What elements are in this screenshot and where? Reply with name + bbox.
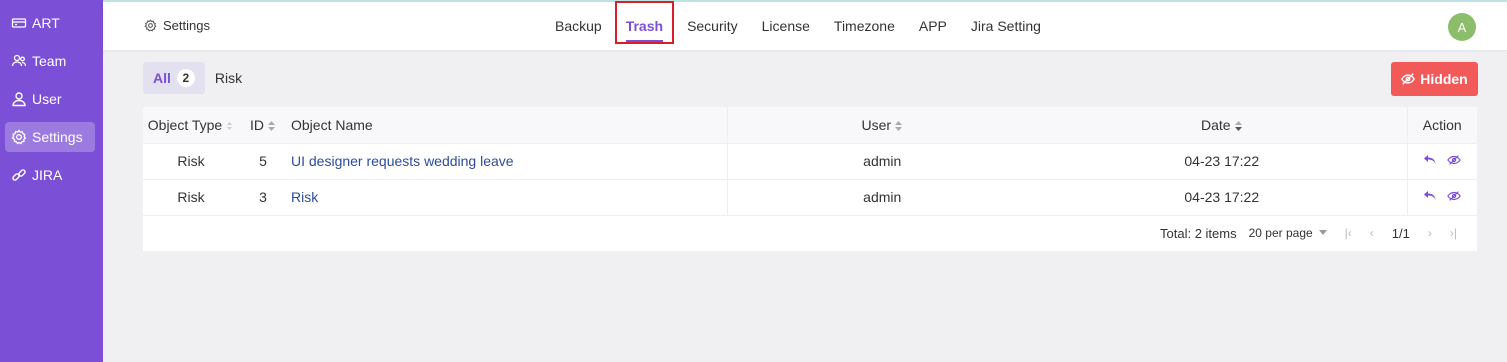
sidebar-item-label: Team — [32, 53, 67, 69]
filter-bar: All 2 Risk — [143, 62, 252, 94]
sort-icon[interactable] — [267, 120, 276, 132]
restore-icon[interactable] — [1423, 153, 1437, 167]
col-action: Action — [1407, 107, 1477, 144]
table-row: Risk 5 UI designer requests wedding leav… — [143, 143, 1477, 180]
sort-icon[interactable] — [225, 120, 234, 132]
col-id[interactable]: ID — [239, 107, 287, 144]
hidden-button[interactable]: Hidden — [1391, 62, 1478, 96]
cell-type: Risk — [143, 143, 239, 180]
filter-risk[interactable]: Risk — [205, 62, 252, 94]
col-date-label: Date — [1200, 116, 1231, 133]
object-name-link[interactable]: Risk — [291, 189, 318, 205]
cell-action — [1407, 143, 1477, 180]
col-object-name: Object Name — [287, 107, 728, 144]
sidebar-item-user[interactable]: User — [5, 84, 95, 114]
sort-icon[interactable] — [1234, 120, 1243, 132]
per-page-label: 20 per page — [1248, 226, 1313, 240]
top-bar: Settings Backup Trash Security License T… — [103, 0, 1507, 50]
gear-icon — [11, 129, 27, 145]
pagination: Total: 2 items 20 per page |‹ ‹ 1/1 › ›| — [1160, 215, 1477, 251]
breadcrumb: Settings — [144, 18, 210, 33]
cell-name: Risk — [287, 179, 728, 216]
sidebar-item-art[interactable]: ART — [5, 8, 95, 38]
sort-icon[interactable] — [894, 120, 903, 132]
next-page-icon[interactable]: › — [1428, 226, 1432, 240]
col-object-type[interactable]: Object Type — [143, 107, 239, 144]
per-page-select[interactable]: 20 per page — [1249, 226, 1327, 240]
col-user[interactable]: User — [727, 107, 1037, 144]
tab-app[interactable]: APP — [919, 18, 947, 34]
first-page-icon[interactable]: |‹ — [1345, 226, 1352, 240]
cell-user: admin — [727, 143, 1037, 180]
cell-name: UI designer requests wedding leave — [287, 143, 728, 180]
caret-down-icon — [1318, 230, 1327, 235]
sidebar-item-label: User — [32, 91, 62, 107]
tab-timezone[interactable]: Timezone — [834, 18, 895, 34]
cell-user: admin — [727, 179, 1037, 216]
col-user-label: User — [861, 116, 892, 133]
sidebar-item-settings[interactable]: Settings — [5, 122, 95, 152]
breadcrumb-label: Settings — [163, 18, 210, 33]
col-date[interactable]: Date — [1037, 107, 1408, 144]
col-id-label: ID — [250, 116, 264, 133]
highlight-box — [614, 1, 674, 44]
total-count: Total: 2 items — [1160, 225, 1237, 241]
table-row: Risk 3 Risk admin 04-23 17:22 — [143, 179, 1477, 216]
active-tab-underline — [625, 40, 664, 42]
user-icon — [11, 91, 27, 107]
tab-jira-setting[interactable]: Jira Setting — [971, 18, 1041, 34]
tab-trash[interactable]: Trash — [614, 1, 674, 44]
count-badge: 2 — [176, 69, 195, 87]
art-icon — [11, 15, 27, 31]
avatar[interactable]: A — [1448, 13, 1476, 41]
sidebar-item-team[interactable]: Team — [5, 46, 95, 76]
eye-off-icon[interactable] — [1447, 153, 1462, 167]
trash-table: Object Type ID Object Name User Date Act… — [143, 107, 1477, 216]
filter-all[interactable]: All 2 — [143, 62, 205, 94]
cell-date: 04-23 17:22 — [1037, 179, 1408, 216]
sidebar-item-label: Settings — [32, 129, 83, 145]
prev-page-icon[interactable]: ‹ — [1370, 226, 1374, 240]
cell-action — [1407, 179, 1477, 216]
eye-off-icon — [1401, 73, 1416, 85]
cell-id: 3 — [239, 179, 287, 216]
sidebar-item-label: ART — [32, 15, 60, 31]
team-icon — [11, 53, 27, 69]
restore-icon[interactable] — [1423, 189, 1437, 203]
gear-icon — [144, 19, 157, 32]
sidebar-item-label: JIRA — [32, 167, 63, 183]
eye-off-icon[interactable] — [1447, 189, 1462, 203]
hidden-button-label: Hidden — [1420, 71, 1468, 87]
table-header-row: Object Type ID Object Name User Date Act… — [143, 107, 1477, 144]
cell-date: 04-23 17:22 — [1037, 143, 1408, 180]
page-indicator: 1/1 — [1391, 225, 1410, 241]
tab-license[interactable]: License — [762, 18, 810, 34]
sidebar-item-jira[interactable]: JIRA — [5, 160, 95, 190]
tab-security[interactable]: Security — [687, 18, 738, 34]
tab-backup[interactable]: Backup — [555, 18, 602, 34]
cell-id: 5 — [239, 143, 287, 180]
cell-type: Risk — [143, 179, 239, 216]
jira-icon — [11, 167, 27, 183]
filter-risk-label: Risk — [214, 70, 243, 86]
object-name-link[interactable]: UI designer requests wedding leave — [291, 153, 514, 169]
filter-all-label: All — [153, 70, 171, 86]
trash-table-card: Object Type ID Object Name User Date Act… — [143, 107, 1477, 251]
col-object-type-label: Object Type — [147, 116, 223, 133]
sidebar: ART Team User Settings JIRA — [0, 0, 103, 362]
settings-tabs: Backup Trash Security License Timezone A… — [555, 1, 1065, 50]
last-page-icon[interactable]: ›| — [1450, 226, 1457, 240]
